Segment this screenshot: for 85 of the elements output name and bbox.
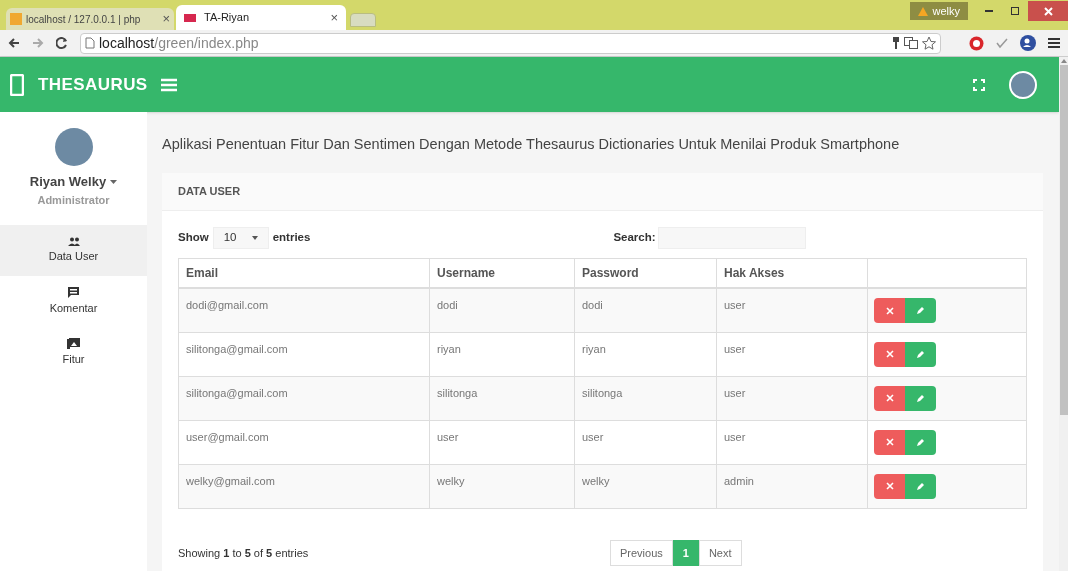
pencil-icon (916, 393, 925, 403)
pagination-button[interactable]: Next (698, 539, 742, 566)
entries-select[interactable]: 10 (212, 226, 269, 249)
phone-icon (10, 73, 24, 96)
table-cell: user (716, 376, 868, 421)
pencil-icon (916, 306, 925, 315)
table-cell: admin (716, 464, 868, 509)
page-title: Aplikasi Penentuan Fitur Dan Sentimen Dengan Metode Thesaurus Dictionaries Untuk Menilai Produk Smartphone (162, 135, 901, 154)
brand-title: THESAURUS (38, 73, 148, 96)
edit-button[interactable] (905, 298, 936, 323)
table-cell: dodi (574, 288, 717, 333)
close-icon (885, 438, 894, 447)
user-role: Administrator (37, 192, 110, 208)
delete-button[interactable] (874, 429, 905, 455)
delete-button[interactable] (874, 473, 905, 499)
entries-label: entries (272, 230, 311, 246)
table-cell: silitonga (574, 376, 717, 421)
pencil-icon (916, 437, 925, 447)
comment-icon (68, 286, 79, 298)
reload-icon[interactable] (56, 37, 68, 49)
pencil-icon (916, 481, 925, 491)
table-cell: user (429, 420, 575, 465)
star-icon[interactable] (922, 36, 936, 50)
scrollbar[interactable] (1059, 57, 1068, 571)
close-tab-icon[interactable]: × (330, 7, 338, 28)
caret-icon (251, 235, 258, 240)
edit-button[interactable] (905, 429, 936, 455)
fullscreen-icon[interactable] (973, 78, 985, 91)
delete-button[interactable] (874, 341, 905, 367)
delete-button[interactable] (874, 385, 905, 411)
address-bar[interactable]: localhost/green/index.php (80, 32, 941, 54)
translate-icon[interactable] (904, 37, 918, 49)
table-cell: silitonga (429, 376, 575, 421)
delete-button[interactable] (874, 298, 905, 323)
close-window-button[interactable] (1028, 1, 1068, 21)
close-tab-icon[interactable]: × (162, 9, 170, 29)
edit-button[interactable] (905, 341, 936, 367)
photos-icon (67, 337, 80, 349)
table-cell: silitonga@gmail.com (178, 376, 430, 421)
pencil-icon (916, 349, 925, 359)
close-icon (885, 482, 894, 491)
forward-icon[interactable] (32, 37, 44, 49)
close-icon (885, 394, 894, 403)
card-title: DATA USER (178, 184, 241, 199)
user-name-dropdown[interactable]: Riyan Welky (29, 172, 118, 192)
close-icon (885, 350, 894, 359)
menu-icon[interactable] (1048, 37, 1060, 49)
sidebar-item[interactable]: Data User (0, 225, 147, 276)
page-icon (85, 37, 95, 49)
caret-icon (110, 179, 118, 184)
show-label: Show (178, 230, 209, 246)
check-icon[interactable] (996, 37, 1008, 49)
avatar[interactable] (1009, 70, 1037, 99)
table-cell: user (716, 332, 868, 377)
table-cell: user@gmail.com (178, 420, 430, 465)
users-icon (67, 236, 80, 246)
browser-tab[interactable]: localhost / 127.0.0.1 | php × (6, 8, 174, 30)
table-cell: welky@gmail.com (178, 464, 430, 509)
pagination-button[interactable]: Previous (610, 539, 673, 566)
edit-button[interactable] (905, 473, 936, 499)
table-info: Showing 1 to 5 of 5 entries (178, 545, 310, 561)
key-icon[interactable] (892, 37, 900, 49)
stop-sign-icon[interactable] (969, 35, 984, 51)
table-cell: riyan (574, 332, 717, 377)
table-cell: dodi@gmail.com (178, 288, 430, 333)
warning-icon (918, 6, 929, 16)
table-cell: user (716, 420, 868, 465)
edit-button[interactable] (905, 385, 936, 411)
table-cell: silitonga@gmail.com (178, 332, 430, 377)
back-icon[interactable] (8, 37, 20, 49)
table-cell: welky (574, 464, 717, 509)
table-cell: welky (429, 464, 575, 509)
person-icon[interactable] (1020, 35, 1036, 51)
favicon-icon (10, 13, 22, 25)
search-label: Search: (613, 230, 656, 246)
close-icon (885, 306, 894, 315)
table-cell: user (574, 420, 717, 465)
table-cell: dodi (429, 288, 575, 333)
avatar (54, 128, 93, 166)
close-icon (1043, 6, 1053, 16)
scroll-up-icon[interactable] (1060, 59, 1067, 63)
browser-tab[interactable]: TA-Riyan × (176, 5, 346, 30)
table-cell: user (716, 288, 868, 333)
favicon-icon (184, 13, 196, 22)
table-cell: riyan (429, 332, 575, 377)
